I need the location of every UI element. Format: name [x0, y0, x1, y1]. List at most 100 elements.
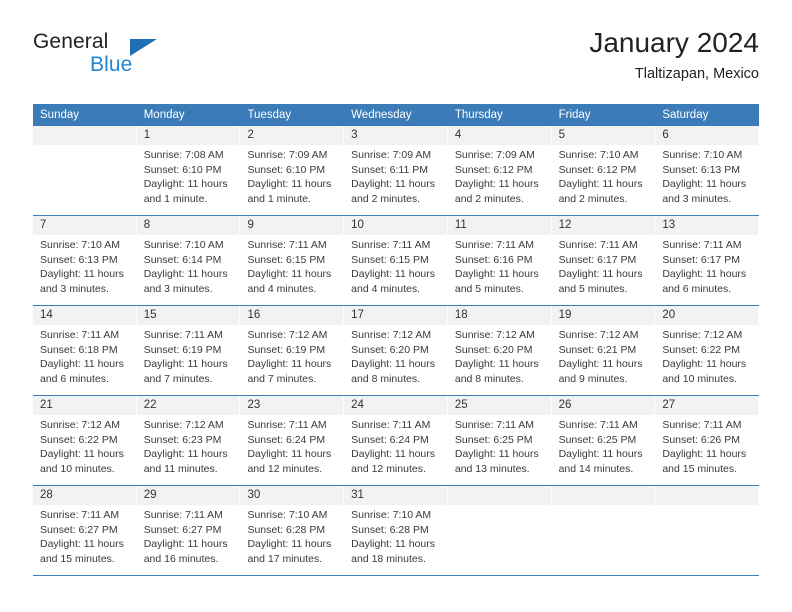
calendar-day-cell[interactable]: 20 Sunrise: 7:12 AM Sunset: 6:22 PM Dayligh…: [655, 306, 760, 395]
day-number: 3: [344, 126, 447, 145]
day-number: 25: [447, 396, 551, 415]
sunset-text: Sunset: 6:25 PM: [558, 433, 637, 446]
sunset-text: Sunset: 6:12 PM: [558, 163, 637, 176]
calendar-day-cell[interactable]: 29 Sunrise: 7:11 AM Sunset: 6:27 PM Dayligh…: [136, 486, 241, 575]
day-details: Sunrise: 7:12 AM Sunset: 6:20 PM Daylight:…: [448, 325, 551, 386]
sunrise-text: Sunrise: 7:10 AM: [247, 509, 328, 521]
day-number: 5: [551, 126, 655, 145]
daylight-text: Daylight: 11 hours and 9 minutes.: [558, 358, 643, 385]
calendar-day-cell[interactable]: 1 Sunrise: 7:08 AM Sunset: 6:10 PM Daylight…: [136, 126, 241, 215]
calendar-day-cell[interactable]: 19 Sunrise: 7:12 AM Sunset: 6:21 PM Dayligh…: [551, 306, 656, 395]
day-details: Sunrise: 7:11 AM Sunset: 6:24 PM Daylight:…: [240, 415, 343, 476]
day-number: 18: [447, 306, 551, 325]
day-number: 28: [33, 486, 136, 505]
calendar-day-cell[interactable]: 30 Sunrise: 7:10 AM Sunset: 6:28 PM Dayligh…: [240, 486, 345, 575]
day-details: Sunrise: 7:11 AM Sunset: 6:25 PM Daylight:…: [448, 415, 551, 476]
calendar-day-cell[interactable]: 18 Sunrise: 7:12 AM Sunset: 6:20 PM Dayligh…: [447, 306, 552, 395]
day-number: 15: [136, 306, 240, 325]
day-details: Sunrise: 7:11 AM Sunset: 6:16 PM Daylight:…: [448, 235, 551, 296]
calendar-day-cell[interactable]: 2 Sunrise: 7:09 AM Sunset: 6:10 PM Daylight…: [240, 126, 345, 215]
day-details: Sunrise: 7:11 AM Sunset: 6:26 PM Daylight:…: [655, 415, 758, 476]
calendar-day-cell[interactable]: 15 Sunrise: 7:11 AM Sunset: 6:19 PM Dayligh…: [136, 306, 241, 395]
day-details: Sunrise: 7:11 AM Sunset: 6:27 PM Daylight:…: [137, 505, 240, 566]
day-details: Sunrise: 7:12 AM Sunset: 6:19 PM Daylight:…: [240, 325, 343, 386]
day-number: 19: [551, 306, 655, 325]
calendar-day-cell[interactable]: 27 Sunrise: 7:11 AM Sunset: 6:26 PM Dayligh…: [655, 396, 760, 485]
calendar-day-cell[interactable]: 23 Sunrise: 7:11 AM Sunset: 6:24 PM Dayligh…: [240, 396, 345, 485]
calendar-day-cell[interactable]: 17 Sunrise: 7:12 AM Sunset: 6:20 PM Dayligh…: [344, 306, 448, 395]
day-details: Sunrise: 7:10 AM Sunset: 6:12 PM Daylight:…: [552, 145, 655, 206]
calendar-day-cell[interactable]: 21 Sunrise: 7:12 AM Sunset: 6:22 PM Dayligh…: [33, 396, 137, 485]
calendar-day-cell[interactable]: 9 Sunrise: 7:11 AM Sunset: 6:15 PM Daylight…: [240, 216, 345, 305]
sunset-text: Sunset: 6:24 PM: [247, 433, 326, 446]
day-details: Sunrise: 7:10 AM Sunset: 6:14 PM Daylight:…: [137, 235, 240, 296]
calendar-day-cell[interactable]: 14 Sunrise: 7:11 AM Sunset: 6:18 PM Dayligh…: [33, 306, 137, 395]
sunrise-text: Sunrise: 7:11 AM: [558, 239, 638, 251]
sunset-text: Sunset: 6:28 PM: [351, 523, 429, 536]
daylight-text: Daylight: 11 hours and 6 minutes.: [662, 268, 747, 295]
daylight-text: Daylight: 11 hours and 8 minutes.: [454, 358, 539, 385]
calendar-day-cell[interactable]: 28 Sunrise: 7:11 AM Sunset: 6:27 PM Dayligh…: [33, 486, 137, 575]
calendar-day-cell[interactable]: 22 Sunrise: 7:12 AM Sunset: 6:23 PM Dayligh…: [136, 396, 241, 485]
weekday-header-friday: Friday: [558, 109, 591, 121]
daylight-text: Daylight: 11 hours and 4 minutes.: [351, 268, 436, 295]
calendar-day-cell[interactable]: 16 Sunrise: 7:12 AM Sunset: 6:19 PM Dayligh…: [240, 306, 345, 395]
calendar-day-cell[interactable]: 10 Sunrise: 7:11 AM Sunset: 6:15 PM Dayligh…: [344, 216, 448, 305]
calendar-day-cell-empty: [551, 486, 656, 575]
sunrise-text: Sunrise: 7:11 AM: [143, 509, 223, 521]
logo-text-general: General: [33, 30, 109, 53]
day-details: Sunrise: 7:11 AM Sunset: 6:27 PM Daylight:…: [33, 505, 136, 566]
calendar-day-cell[interactable]: 3 Sunrise: 7:09 AM Sunset: 6:11 PM Daylight…: [344, 126, 448, 215]
calendar-day-cell[interactable]: 24 Sunrise: 7:11 AM Sunset: 6:24 PM Dayligh…: [344, 396, 448, 485]
sunrise-text: Sunrise: 7:11 AM: [351, 239, 431, 251]
calendar-day-cell[interactable]: 13 Sunrise: 7:11 AM Sunset: 6:17 PM Dayligh…: [655, 216, 760, 305]
day-number: 31: [344, 486, 447, 505]
day-details: Sunrise: 7:11 AM Sunset: 6:19 PM Daylight:…: [137, 325, 240, 386]
day-number: 6: [655, 126, 759, 145]
day-details: Sunrise: 7:12 AM Sunset: 6:21 PM Daylight:…: [552, 325, 655, 386]
day-details: Sunrise: 7:11 AM Sunset: 6:15 PM Daylight:…: [240, 235, 343, 296]
day-details: Sunrise: 7:11 AM Sunset: 6:18 PM Daylight:…: [33, 325, 136, 386]
calendar-day-cell[interactable]: 6 Sunrise: 7:10 AM Sunset: 6:13 PM Daylight…: [655, 126, 760, 215]
calendar-day-cell[interactable]: 11 Sunrise: 7:11 AM Sunset: 6:16 PM Dayligh…: [447, 216, 552, 305]
calendar-day-cell[interactable]: 4 Sunrise: 7:09 AM Sunset: 6:12 PM Daylight…: [447, 126, 552, 215]
sunset-text: Sunset: 6:13 PM: [662, 163, 740, 176]
weekday-header-monday: Monday: [143, 109, 185, 121]
weekday-header-row: Sunday Monday Tuesday Wednesday Thursday Frid…: [33, 104, 759, 126]
day-number: 26: [551, 396, 655, 415]
daylight-text: Daylight: 11 hours and 7 minutes.: [247, 358, 332, 385]
day-number: 8: [136, 216, 240, 235]
day-details: Sunrise: 7:08 AM Sunset: 6:10 PM Daylight:…: [137, 145, 240, 206]
calendar-week-row: 28 Sunrise: 7:11 AM Sunset: 6:27 PM Dayligh…: [33, 486, 760, 576]
calendar-day-cell[interactable]: 7 Sunrise: 7:10 AM Sunset: 6:13 PM Daylight…: [33, 216, 137, 305]
sunset-text: Sunset: 6:25 PM: [454, 433, 533, 446]
day-details: Sunrise: 7:10 AM Sunset: 6:13 PM Daylight:…: [33, 235, 136, 296]
sunset-text: Sunset: 6:10 PM: [143, 163, 222, 176]
generalblue-logo[interactable]: General Blue: [33, 30, 233, 88]
day-number: 21: [33, 396, 136, 415]
daylight-text: Daylight: 11 hours and 11 minutes.: [143, 448, 228, 475]
sunrise-text: Sunrise: 7:09 AM: [454, 149, 535, 161]
sunset-text: Sunset: 6:17 PM: [662, 253, 740, 266]
day-number: 17: [344, 306, 447, 325]
calendar-day-cell[interactable]: 5 Sunrise: 7:10 AM Sunset: 6:12 PM Daylight…: [551, 126, 656, 215]
day-details: Sunrise: 7:11 AM Sunset: 6:24 PM Daylight:…: [344, 415, 447, 476]
calendar-day-cell[interactable]: 8 Sunrise: 7:10 AM Sunset: 6:14 PM Daylight…: [136, 216, 241, 305]
calendar-body: 1 Sunrise: 7:08 AM Sunset: 6:10 PM Daylight…: [33, 126, 760, 576]
calendar-day-cell[interactable]: 26 Sunrise: 7:11 AM Sunset: 6:25 PM Dayligh…: [551, 396, 656, 485]
day-number: 20: [655, 306, 759, 325]
calendar-grid: Sunday Monday Tuesday Wednesday Thursday Frid…: [33, 104, 760, 576]
sunset-text: Sunset: 6:18 PM: [40, 343, 118, 356]
day-details: Sunrise: 7:12 AM Sunset: 6:22 PM Daylight:…: [33, 415, 136, 476]
sunrise-text: Sunrise: 7:09 AM: [247, 149, 328, 161]
calendar-day-cell-empty: [33, 126, 137, 215]
calendar-day-cell[interactable]: 25 Sunrise: 7:11 AM Sunset: 6:25 PM Dayligh…: [447, 396, 552, 485]
daylight-text: Daylight: 11 hours and 2 minutes.: [351, 178, 436, 205]
calendar-day-cell[interactable]: 31 Sunrise: 7:10 AM Sunset: 6:28 PM Dayligh…: [344, 486, 448, 575]
day-details: Sunrise: 7:12 AM Sunset: 6:22 PM Daylight:…: [655, 325, 758, 386]
sunrise-text: Sunrise: 7:11 AM: [454, 239, 535, 251]
daylight-text: Daylight: 11 hours and 12 minutes.: [247, 448, 332, 475]
day-number: 24: [344, 396, 447, 415]
day-number: 16: [240, 306, 344, 325]
calendar-day-cell[interactable]: 12 Sunrise: 7:11 AM Sunset: 6:17 PM Dayligh…: [551, 216, 656, 305]
